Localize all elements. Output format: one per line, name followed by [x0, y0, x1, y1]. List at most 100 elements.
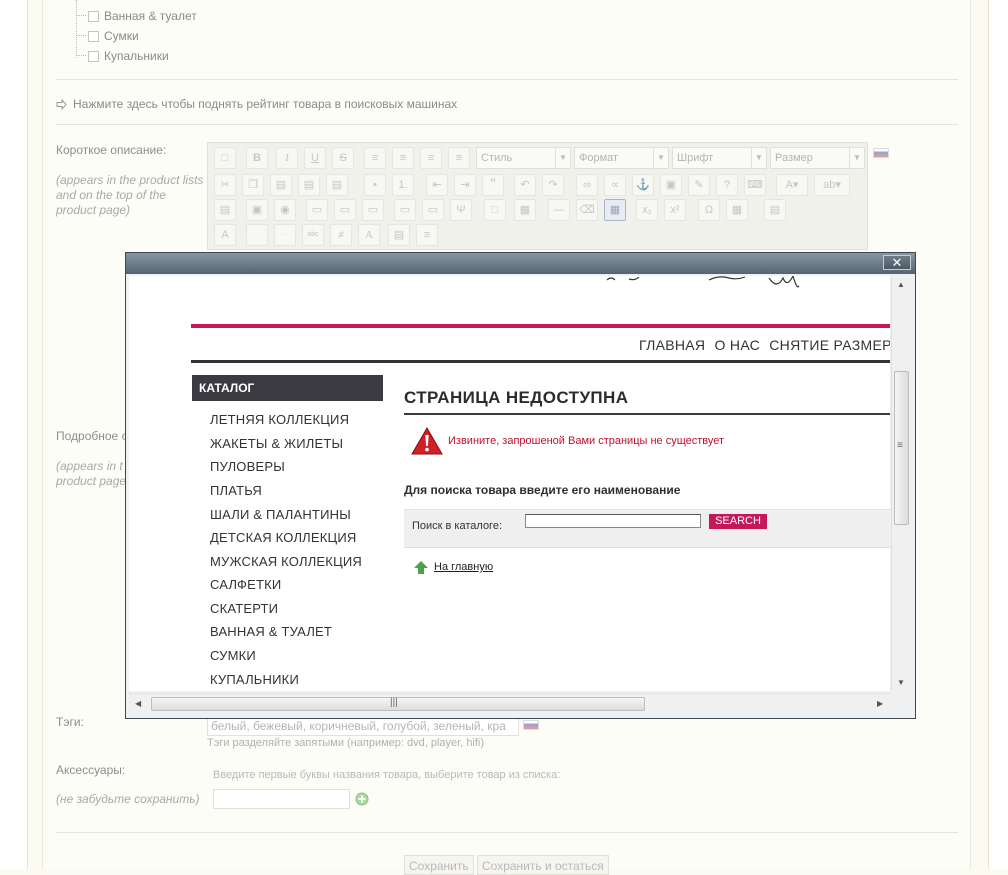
- serif-text-icon[interactable]: A: [358, 224, 380, 246]
- numbered-list-icon[interactable]: 1.: [392, 174, 414, 196]
- media-icon[interactable]: ▦: [726, 199, 748, 221]
- catalog-item[interactable]: СКАТЕРТИ: [210, 601, 278, 616]
- abbr-icon[interactable]: ··: [246, 224, 268, 246]
- font-select[interactable]: Шрифт ▼: [672, 147, 767, 169]
- acronym-icon[interactable]: ··: [274, 224, 296, 246]
- catalog-item[interactable]: КУПАЛЬНИКИ: [210, 672, 299, 687]
- catalog-item[interactable]: САЛФЕТКИ: [210, 577, 281, 592]
- italic-icon[interactable]: I: [276, 147, 298, 169]
- paste-icon[interactable]: ▤: [270, 174, 292, 196]
- vertical-scroll-thumb[interactable]: ≡: [894, 371, 909, 525]
- language-flag-icon[interactable]: [873, 148, 889, 158]
- accessories-search-input[interactable]: [213, 789, 350, 809]
- language-flag-icon[interactable]: [523, 720, 539, 730]
- subscript-icon[interactable]: x₂: [636, 199, 658, 221]
- align-center-icon[interactable]: ≡: [392, 147, 414, 169]
- scroll-down-icon[interactable]: ▼: [897, 678, 905, 687]
- catalog-item[interactable]: ШАЛИ & ПАЛАНТИНЫ: [210, 507, 351, 522]
- abc-icon[interactable]: abc: [302, 224, 324, 246]
- add-accessory-icon[interactable]: [355, 792, 369, 806]
- textarea-icon[interactable]: ▭: [334, 199, 356, 221]
- nav-home-link[interactable]: ГЛАВНАЯ: [639, 337, 705, 353]
- paste-text-icon[interactable]: ▤: [298, 174, 320, 196]
- align-right-icon[interactable]: ≡: [420, 147, 442, 169]
- bg-color-icon[interactable]: ab▾: [814, 174, 850, 196]
- vertical-scrollbar[interactable]: ▲ ≡ ▼: [891, 276, 911, 691]
- tags-input[interactable]: белый, бежевый, коричневый, голубой, зел…: [207, 716, 519, 736]
- tree-item-bags[interactable]: Сумки: [76, 27, 139, 45]
- scroll-right-icon[interactable]: ▶: [877, 699, 883, 708]
- unlink-icon[interactable]: ∝: [604, 174, 626, 196]
- text-color-icon[interactable]: A▾: [776, 174, 808, 196]
- delete-text-icon[interactable]: ≠: [330, 224, 352, 246]
- special-char-icon[interactable]: Ω: [698, 199, 720, 221]
- home-link[interactable]: На главную: [434, 561, 493, 573]
- properties-icon[interactable]: ▤: [388, 224, 410, 246]
- catalog-item[interactable]: ЛЕТНЯЯ КОЛЛЕКЦИЯ: [210, 412, 349, 427]
- scroll-up-icon[interactable]: ▲: [897, 280, 905, 289]
- select-field-icon[interactable]: ▭: [362, 199, 384, 221]
- redo-icon[interactable]: ↷: [542, 174, 564, 196]
- grid-icon[interactable]: ▦: [604, 199, 626, 221]
- nav-about-link[interactable]: О НАС: [715, 337, 761, 353]
- horizontal-scroll-thumb[interactable]: |||: [151, 697, 645, 711]
- catalog-item[interactable]: ВАННАЯ & ТУАЛЕТ: [210, 624, 332, 639]
- font-style-icon[interactable]: A: [214, 224, 236, 246]
- anchor-icon[interactable]: ⚓: [632, 174, 654, 196]
- bold-icon[interactable]: B: [246, 147, 268, 169]
- catalog-search-input[interactable]: [525, 514, 701, 528]
- catalog-item[interactable]: ПЛАТЬЯ: [210, 483, 262, 498]
- image-icon[interactable]: ▣: [660, 174, 682, 196]
- flash-icon[interactable]: □: [484, 199, 506, 221]
- bulleted-list-icon[interactable]: •: [364, 174, 386, 196]
- align-justify-icon[interactable]: ≡: [448, 147, 470, 169]
- copy-icon[interactable]: ❐: [242, 174, 264, 196]
- radio-icon[interactable]: ◉: [274, 199, 296, 221]
- catalog-item[interactable]: ПУЛОВЕРЫ: [210, 459, 285, 474]
- source-icon[interactable]: ⌨: [744, 174, 766, 196]
- scroll-left-icon[interactable]: ◀: [135, 699, 141, 708]
- save-button[interactable]: Сохранить: [404, 855, 474, 875]
- close-icon[interactable]: ✕: [883, 255, 911, 270]
- hidden-field-icon[interactable]: Ψ: [450, 199, 472, 221]
- outdent-icon[interactable]: ⇤: [426, 174, 448, 196]
- nav-measure-link[interactable]: СНЯТИЕ РАЗМЕРО: [769, 337, 890, 353]
- style-select[interactable]: Стиль ▼: [476, 147, 571, 169]
- strike-icon[interactable]: S: [332, 147, 354, 169]
- brush-icon[interactable]: ✎: [688, 174, 710, 196]
- superscript-icon[interactable]: x²: [664, 199, 686, 221]
- paste-word-icon[interactable]: ▤: [326, 174, 348, 196]
- horizontal-rule-icon[interactable]: —: [548, 199, 570, 221]
- catalog-item[interactable]: ЖАКЕТЫ & ЖИЛЕТЫ: [210, 436, 343, 451]
- form-icon[interactable]: ▤: [214, 199, 236, 221]
- template-icon[interactable]: ▤: [764, 199, 786, 221]
- button-field-icon[interactable]: ▭: [394, 199, 416, 221]
- link-icon[interactable]: ∞: [576, 174, 598, 196]
- about-icon[interactable]: ?: [716, 174, 738, 196]
- blockquote-icon[interactable]: “: [482, 174, 504, 196]
- textfield-icon[interactable]: ▭: [306, 199, 328, 221]
- tree-checkbox[interactable]: [88, 10, 99, 22]
- search-button[interactable]: SEARCH: [709, 514, 767, 529]
- indent-icon[interactable]: ⇥: [454, 174, 476, 196]
- seo-rating-link[interactable]: Нажмите здесь чтобы поднять рейтинг това…: [56, 97, 457, 111]
- horizontal-scrollbar[interactable]: ◀ ||| ▶: [129, 693, 890, 714]
- cut-icon[interactable]: ✂: [214, 174, 236, 196]
- tree-checkbox[interactable]: [88, 50, 99, 62]
- paragraph-icon[interactable]: ≡: [416, 224, 438, 246]
- new-page-icon[interactable]: □: [214, 147, 236, 169]
- checkbox-icon[interactable]: ▣: [246, 199, 268, 221]
- undo-icon[interactable]: ↶: [514, 174, 536, 196]
- format-select[interactable]: Формат ▼: [574, 147, 669, 169]
- eraser-icon[interactable]: ⌫: [576, 199, 598, 221]
- underline-icon[interactable]: U: [304, 147, 326, 169]
- catalog-item[interactable]: МУЖСКАЯ КОЛЛЕКЦИЯ: [210, 554, 362, 569]
- popup-titlebar[interactable]: ✕: [126, 253, 915, 274]
- align-left-icon[interactable]: ≡: [364, 147, 386, 169]
- catalog-item[interactable]: ДЕТСКАЯ КОЛЛЕКЦИЯ: [210, 530, 357, 545]
- catalog-item[interactable]: СУМКИ: [210, 648, 256, 663]
- table-icon[interactable]: ▦: [514, 199, 536, 221]
- tree-item-swimwear[interactable]: Купальники: [76, 47, 169, 65]
- imagebutton-icon[interactable]: ▭: [422, 199, 444, 221]
- tree-item-bath[interactable]: Ванная & туалет: [76, 7, 197, 25]
